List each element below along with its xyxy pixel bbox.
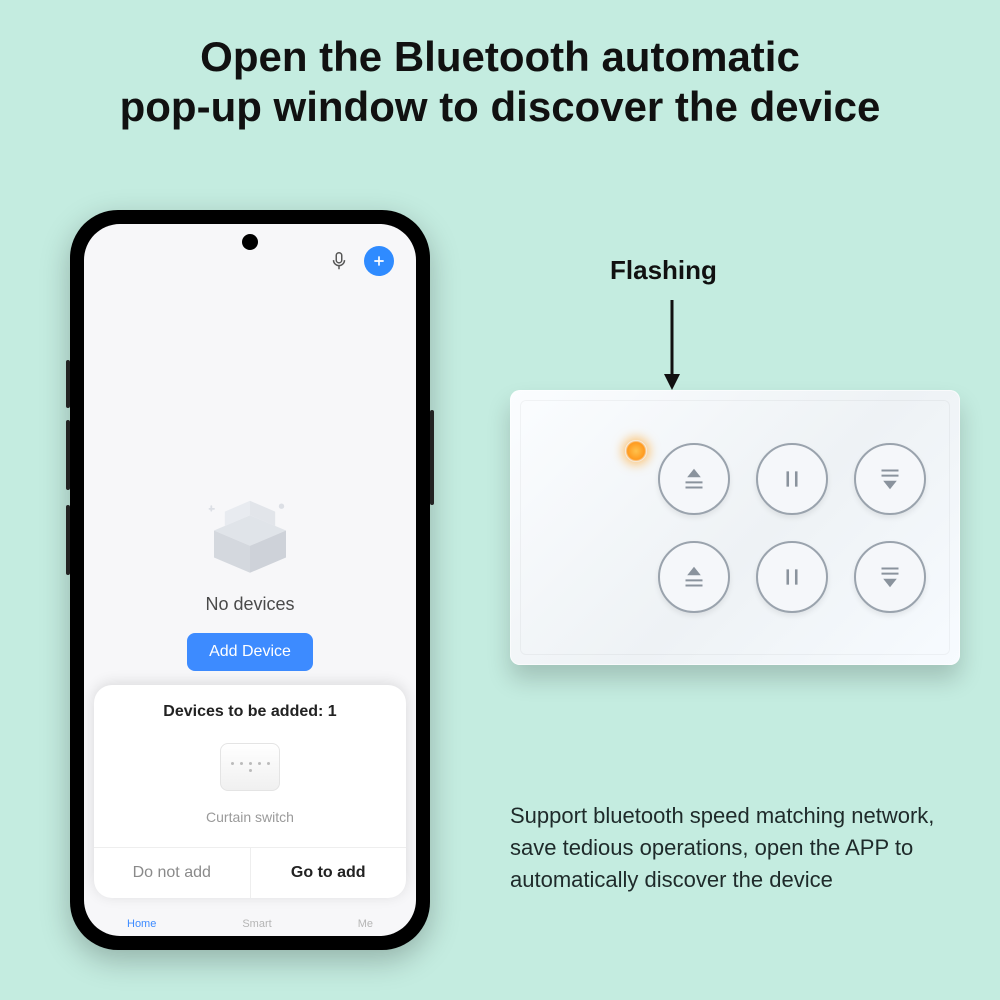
phone-side-button (66, 505, 70, 575)
panel-row-2 (658, 541, 926, 613)
nav-home[interactable]: Home (127, 918, 156, 930)
do-not-add-button[interactable]: Do not add (94, 848, 251, 898)
camera-cutout (242, 234, 258, 250)
curtain-open-button[interactable] (658, 443, 730, 515)
curtain-switch-icon (220, 743, 280, 791)
curtain-pause-button[interactable] (756, 541, 828, 613)
switch-panel (510, 390, 960, 665)
panel-row-1 (658, 443, 926, 515)
phone-side-button (430, 410, 434, 505)
curtain-pause-button[interactable] (756, 443, 828, 515)
no-devices-text: No devices (205, 594, 294, 615)
phone-mockup: No devices Add Device Devices to be adde… (70, 210, 430, 950)
bottom-nav: Home Smart Me (84, 918, 416, 930)
empty-box-icon (195, 490, 305, 580)
device-name: Curtain switch (206, 809, 294, 825)
curtain-close-button[interactable] (854, 541, 926, 613)
popup-title: Devices to be added: 1 (94, 685, 406, 733)
phone-side-button (66, 420, 70, 490)
curtain-close-button[interactable] (854, 443, 926, 515)
go-to-add-button[interactable]: Go to add (251, 848, 407, 898)
arrow-down-icon (660, 300, 690, 390)
status-led-icon (625, 440, 647, 462)
description-text: Support bluetooth speed matching network… (510, 800, 960, 896)
nav-me[interactable]: Me (358, 918, 373, 930)
device-tile[interactable]: Curtain switch (94, 733, 406, 847)
phone-screen: No devices Add Device Devices to be adde… (84, 224, 416, 936)
flashing-label: Flashing (610, 255, 717, 286)
add-device-button[interactable]: Add Device (187, 633, 313, 671)
popup-actions: Do not add Go to add (94, 847, 406, 898)
curtain-open-button[interactable] (658, 541, 730, 613)
nav-smart[interactable]: Smart (242, 918, 271, 930)
page-headline: Open the Bluetooth automaticpop-up windo… (0, 0, 1000, 133)
discover-popup: Devices to be added: 1 Curtain switch Do… (94, 685, 406, 898)
phone-side-button (66, 360, 70, 408)
